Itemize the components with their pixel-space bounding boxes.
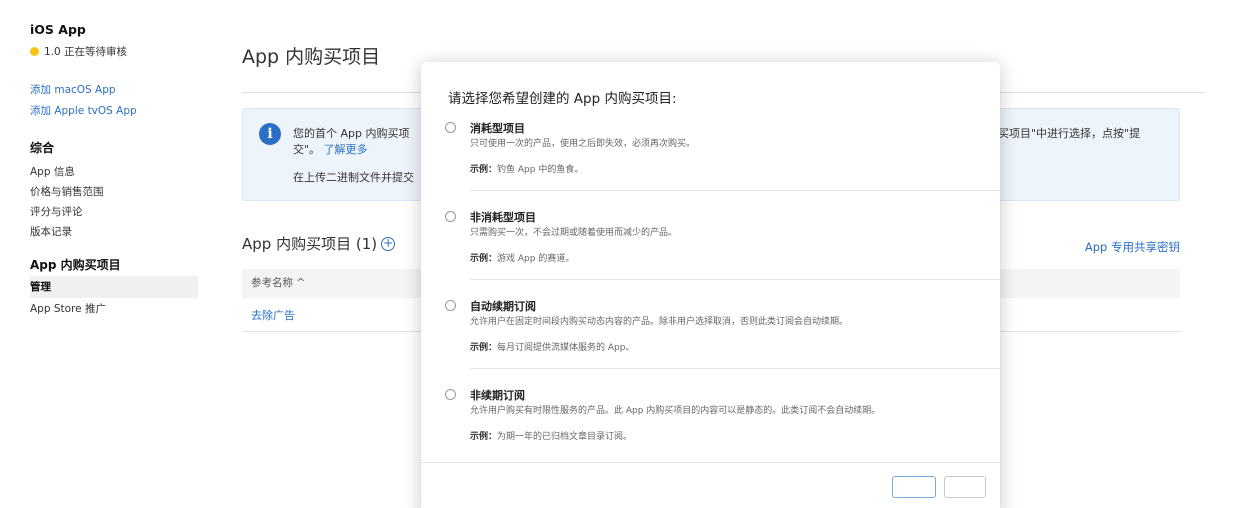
sidebar: iOS App 1.0 正在等待审核 添加 macOS App 添加 Apple… (30, 22, 200, 320)
option-example: 示例：钓鱼 App 中的鱼食。 (470, 165, 584, 175)
sidebar-item-ratings[interactable]: 评分与评论 (30, 202, 200, 222)
option-desc: 允许用户购买有时限性服务的产品。此 App 内购买项目的内容可以是静态的。此类订… (470, 406, 881, 416)
option-example: 示例：游戏 App 的赛道。 (470, 254, 575, 264)
sidebar-item-version-history[interactable]: 版本记录 (30, 222, 200, 242)
modal-title: 请选择您希望创建的 App 内购买项目: (448, 91, 677, 107)
info-icon: i (259, 123, 281, 145)
sidebar-item-app-store-promo[interactable]: App Store 推广 (30, 298, 200, 320)
option-desc: 只可使用一次的产品，使用之后即失效，必须再次购买。 (470, 139, 696, 149)
option-title: 非续期订阅 (470, 389, 525, 402)
status-dot-icon (30, 47, 39, 56)
iap-type-modal: 请选择您希望创建的 App 内购买项目: 消耗型项目 只可使用一次的产品，使用之… (421, 62, 1000, 508)
option-desc: 允许用户在固定时间段内购买动态内容的产品。除非用户选择取消，否则此类订阅会自动续… (470, 317, 849, 327)
info-text-right: 买项目"中进行选择，点按"提 (998, 127, 1141, 140)
option-desc: 只需购买一次，不会过期或随着使用而减少的产品。 (470, 228, 678, 238)
modal-footer-divider (421, 462, 1000, 463)
option-divider (470, 279, 1000, 280)
option-divider (470, 190, 1000, 191)
add-tvos-app-link[interactable]: 添加 Apple tvOS App (30, 103, 200, 118)
sidebar-item-pricing[interactable]: 价格与销售范围 (30, 182, 200, 202)
sidebar-section-general: 综合 (30, 141, 55, 155)
option-title: 自动续期订阅 (470, 300, 536, 313)
info-text-line1b: 交"。 了解更多 (293, 143, 368, 156)
info-text-line2: 在上传二进制文件并提交 (293, 171, 414, 184)
status-text: 1.0 正在等待审核 (44, 46, 128, 58)
page-title: App 内购买项目 (242, 46, 381, 68)
option-example: 示例：每月订阅提供流媒体服务的 App。 (470, 343, 635, 353)
shared-secret-link[interactable]: App 专用共享密钥 (1085, 239, 1180, 255)
sidebar-section-iap: App 内购买项目 (30, 258, 121, 272)
learn-more-link[interactable]: 了解更多 (324, 143, 368, 156)
app-title: iOS App (30, 22, 86, 37)
radio-non-consumable[interactable] (445, 211, 456, 222)
sidebar-item-manage[interactable]: 管理 (30, 276, 198, 298)
create-button[interactable] (892, 476, 936, 498)
add-macos-app-link[interactable]: 添加 macOS App (30, 82, 200, 97)
option-example: 示例：为期一年的已归档文章目录订阅。 (470, 432, 633, 442)
iap-list-title: App 内购买项目 (1) + (242, 235, 396, 253)
cancel-button[interactable] (944, 476, 986, 498)
status-row: 1.0 正在等待审核 (30, 44, 200, 59)
option-divider (470, 368, 1000, 369)
iap-item-link[interactable]: 去除广告 (251, 309, 295, 322)
option-title: 非消耗型项目 (470, 211, 536, 224)
info-text-line1: 您的首个 App 内购买项 (293, 127, 410, 140)
option-title: 消耗型项目 (470, 122, 525, 135)
add-iap-icon[interactable]: + (381, 236, 396, 251)
radio-auto-renewable[interactable] (445, 300, 456, 311)
radio-consumable[interactable] (445, 122, 456, 133)
radio-non-renewing[interactable] (445, 389, 456, 400)
sidebar-item-app-info[interactable]: App 信息 (30, 162, 200, 182)
